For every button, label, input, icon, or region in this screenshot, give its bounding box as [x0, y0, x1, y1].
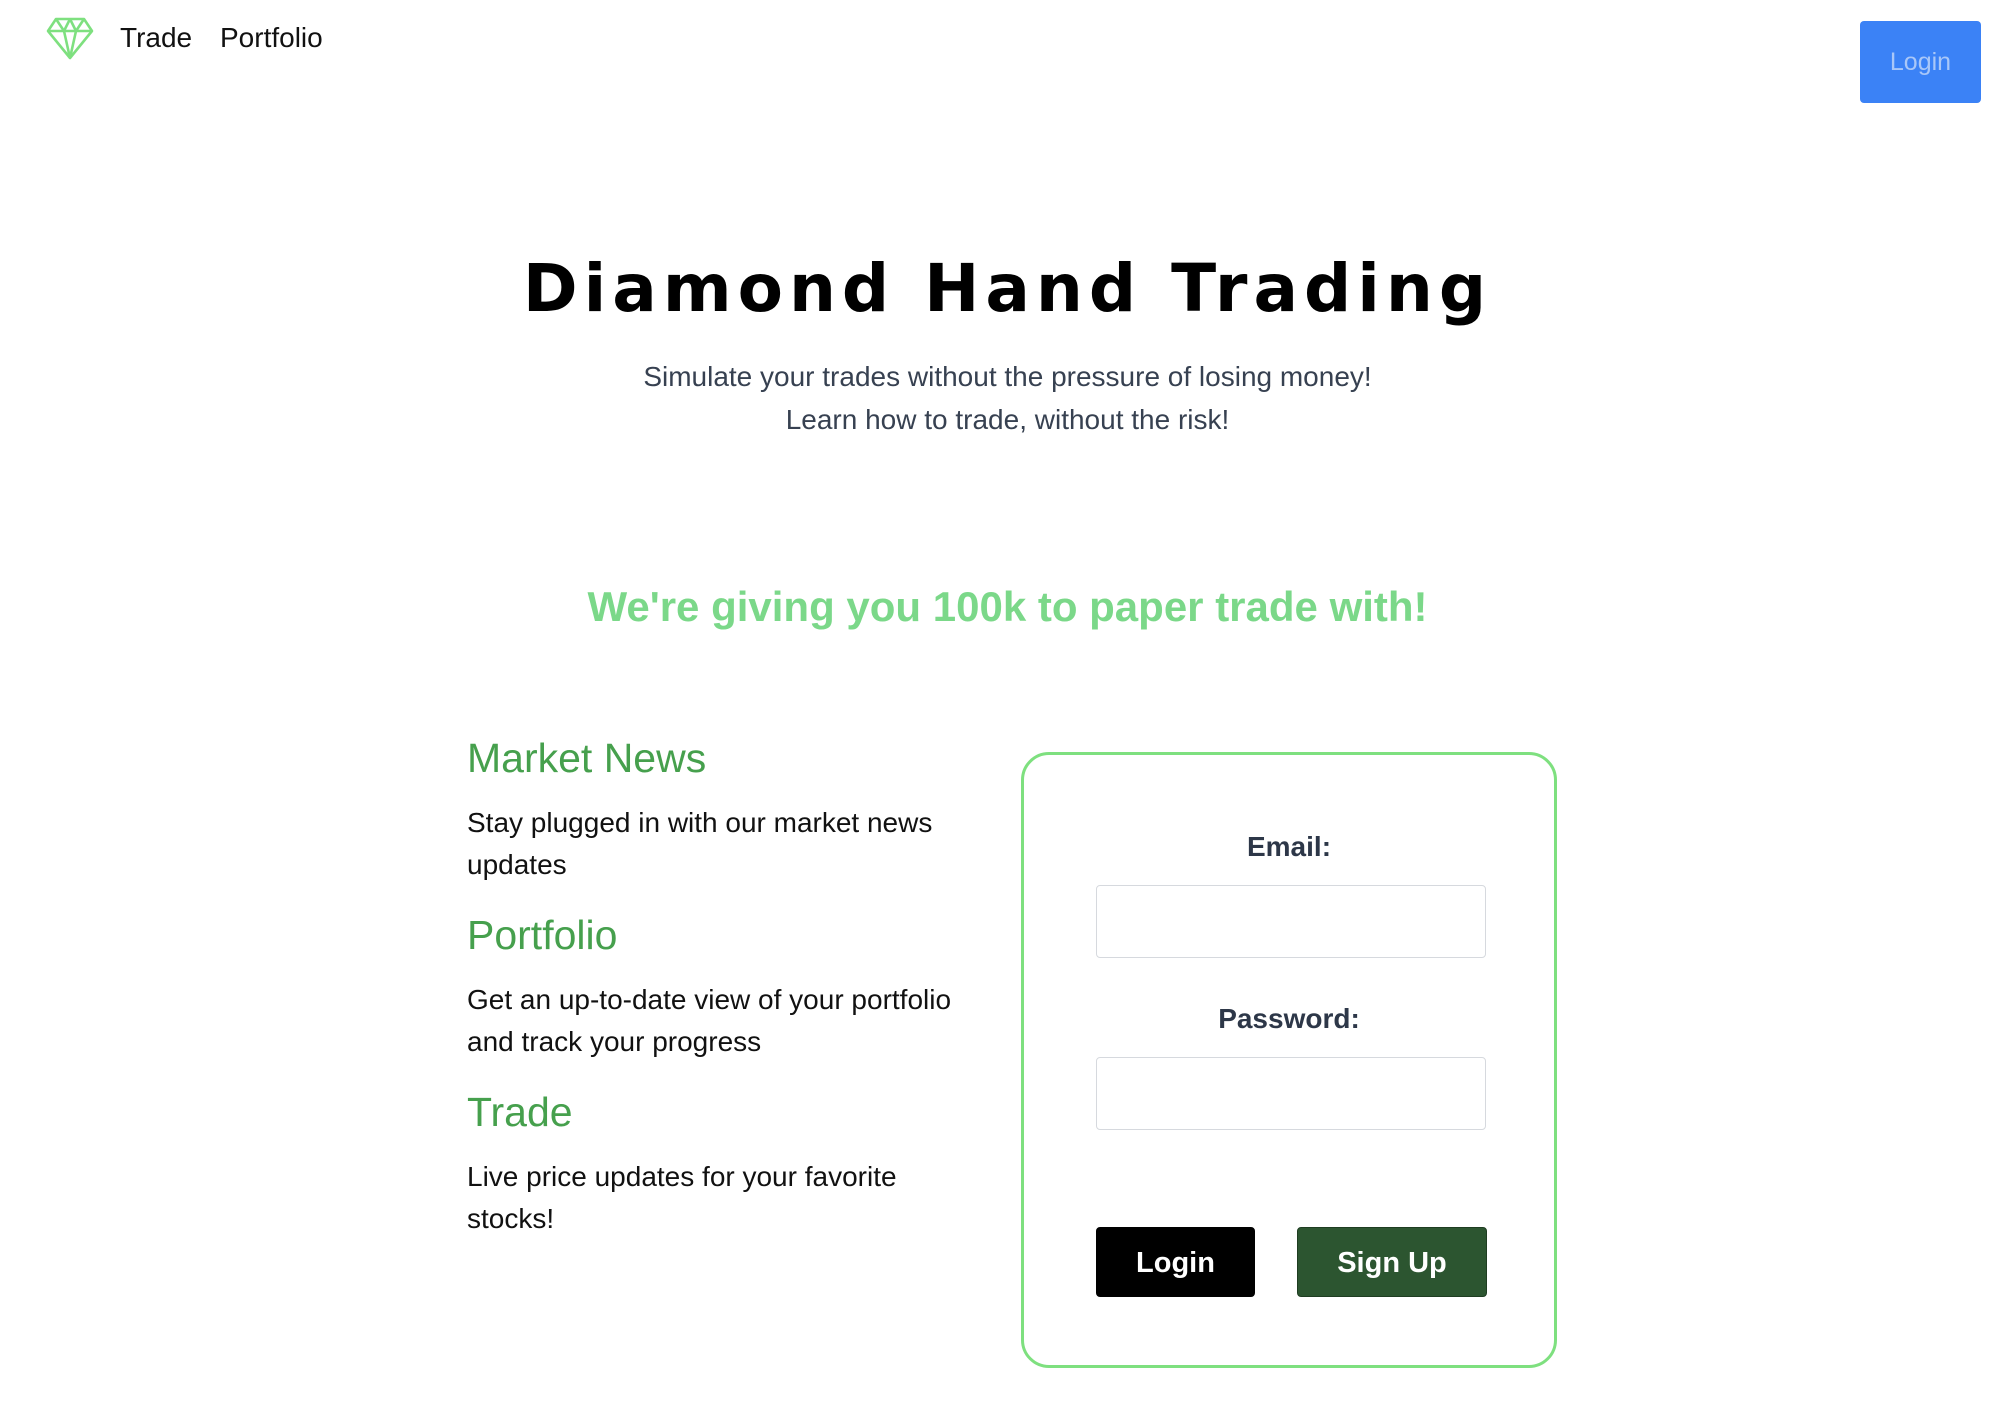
hero-subtitle-line2: Learn how to trade, without the risk!	[785, 404, 1230, 435]
sign-up-button[interactable]: Sign Up	[1297, 1227, 1487, 1297]
feature-title-trade: Trade	[467, 1089, 573, 1135]
feature-title-portfolio: Portfolio	[467, 912, 618, 958]
hero-subtitle-line1: Simulate your trades without the pressur…	[643, 361, 1372, 392]
page-title: Diamond Hand Trading	[522, 250, 1493, 327]
feature-description-portfolio: Get an up-to-date view of your portfolio…	[467, 984, 952, 1057]
login-card: Email: Password: Login Sign Up	[1021, 752, 1557, 1368]
feature-description-market-news: Stay plugged in with our market news upd…	[467, 807, 933, 880]
email-label: Email:	[1246, 831, 1332, 862]
feature-description-trade: Live price updates for your favorite sto…	[467, 1161, 897, 1234]
top-navbar: Trade Portfolio Login	[0, 0, 2002, 110]
feature-title-market-news: Market News	[467, 735, 707, 781]
nav-login-button[interactable]: Login	[1860, 21, 1981, 103]
nav-link-portfolio[interactable]: Portfolio	[220, 22, 323, 54]
diamond-icon[interactable]	[46, 16, 94, 60]
promo-heading: We're giving you 100k to paper trade wit…	[587, 583, 1428, 630]
password-field[interactable]	[1096, 1057, 1486, 1130]
nav-link-trade[interactable]: Trade	[120, 22, 192, 54]
password-label: Password:	[1218, 1003, 1360, 1034]
email-field[interactable]	[1096, 885, 1486, 958]
login-button[interactable]: Login	[1096, 1227, 1255, 1297]
